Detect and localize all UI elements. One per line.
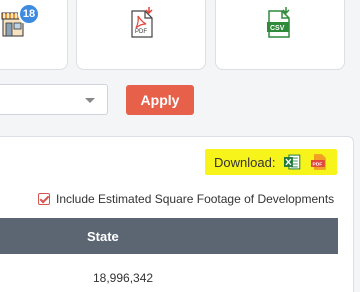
pdf-export-tile[interactable]: PDF	[76, 0, 206, 70]
svg-text:PDF: PDF	[135, 29, 147, 35]
download-label: Download:	[214, 154, 276, 170]
stores-count-badge: 18	[18, 3, 40, 25]
table-header: State	[0, 218, 338, 254]
pdf-icon[interactable]: PDF	[310, 153, 328, 171]
filter-select[interactable]	[0, 84, 108, 115]
svg-text:PDF: PDF	[313, 161, 323, 167]
column-header-state[interactable]: State	[87, 229, 119, 244]
apply-button[interactable]: Apply	[126, 85, 194, 115]
csv-file-icon: CSV	[267, 7, 290, 38]
pdf-file-icon: PDF	[131, 7, 153, 38]
include-sqft-checkbox[interactable]	[38, 193, 50, 205]
chevron-down-icon	[85, 98, 95, 103]
csv-export-tile[interactable]: CSV	[215, 0, 345, 70]
excel-icon[interactable]	[283, 153, 301, 171]
svg-text:CSV: CSV	[270, 25, 285, 32]
include-sqft-option[interactable]: Include Estimated Square Footage of Deve…	[38, 191, 334, 207]
report-page: 18 PDF CSV Apply Download: PDF Include E…	[0, 0, 360, 292]
include-sqft-label: Include Estimated Square Footage of Deve…	[56, 192, 335, 206]
table-cell-state: 18,996,342	[93, 271, 154, 285]
download-bar: Download: PDF	[205, 149, 337, 175]
stores-tile[interactable]: 18	[0, 0, 68, 70]
